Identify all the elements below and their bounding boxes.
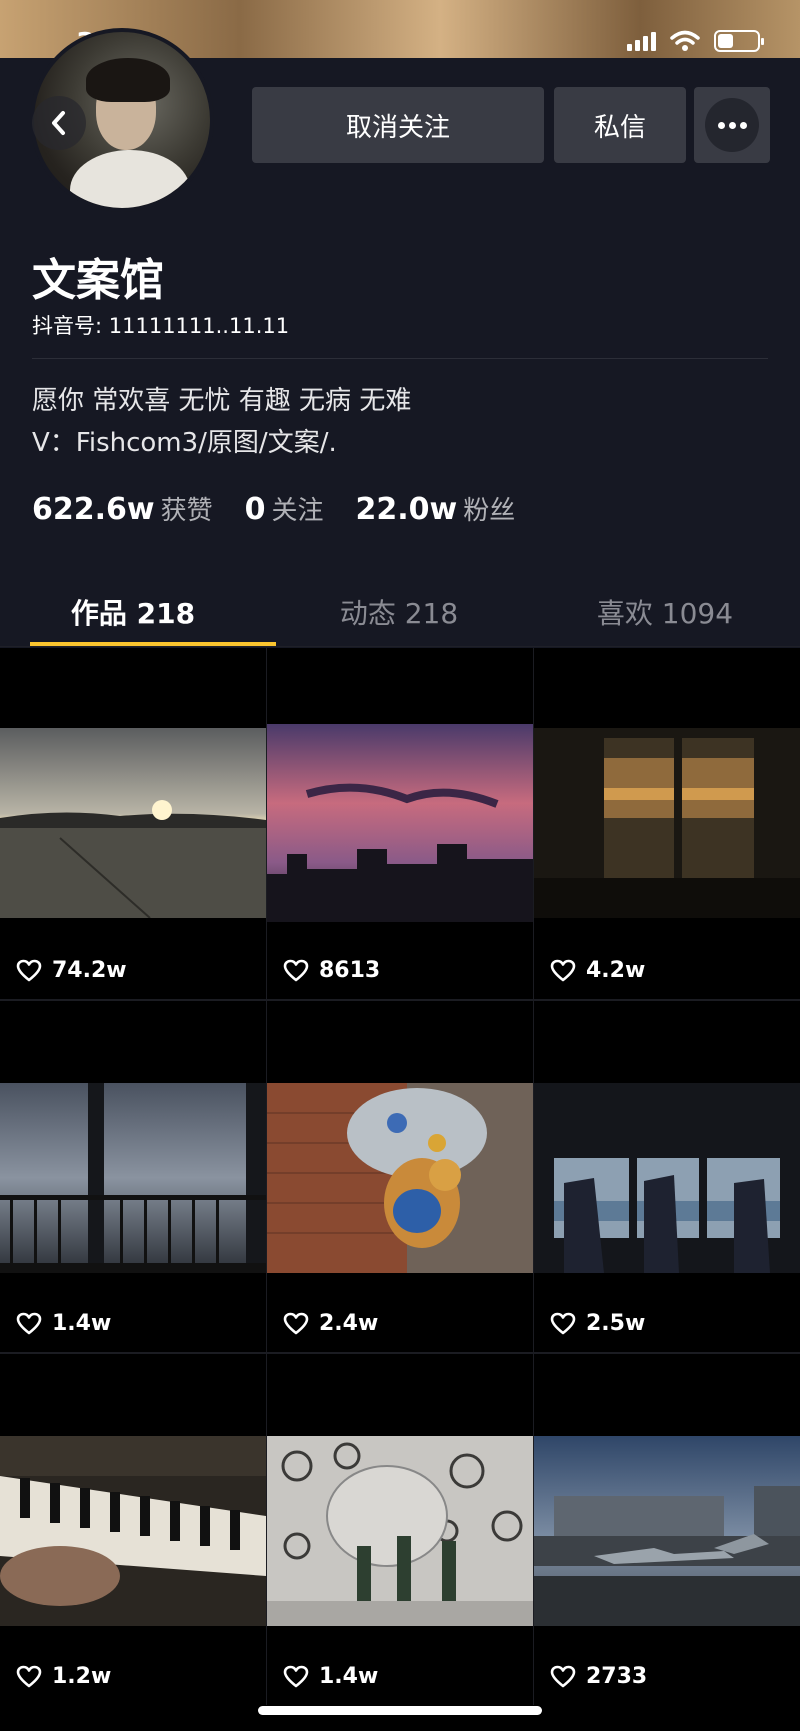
bio-line: V：Fishcom3/原图/文案/. bbox=[32, 428, 337, 458]
video-thumbnail bbox=[0, 1083, 266, 1273]
stats-row: 622.6w 获赞 0 关注 22.0w 粉丝 bbox=[32, 490, 515, 527]
video-thumbnail bbox=[267, 1436, 533, 1626]
stat-likes[interactable]: 622.6w 获赞 bbox=[32, 490, 213, 527]
like-count-text: 8613 bbox=[319, 958, 381, 983]
video-tile[interactable]: 74.2w bbox=[0, 648, 266, 999]
like-count: 2.5w bbox=[550, 1311, 645, 1336]
like-count-text: 2.4w bbox=[319, 1311, 379, 1336]
message-button[interactable]: 私信 bbox=[554, 87, 686, 163]
video-thumbnail bbox=[267, 724, 533, 922]
video-tile[interactable]: 8613 bbox=[267, 648, 533, 999]
heart-icon bbox=[283, 959, 309, 981]
video-thumbnail bbox=[267, 1083, 533, 1273]
wifi-icon bbox=[670, 30, 700, 51]
like-count: 4.2w bbox=[550, 958, 645, 983]
stat-number: 0 bbox=[244, 492, 266, 527]
douyin-id: 抖音号: 11111111..11.11 bbox=[32, 314, 290, 338]
video-thumbnail bbox=[534, 1436, 800, 1626]
like-count-text: 1.4w bbox=[52, 1311, 112, 1336]
video-thumbnail bbox=[534, 728, 800, 918]
like-count-text: 4.2w bbox=[586, 958, 646, 983]
video-tile[interactable]: 1.4w bbox=[267, 1354, 533, 1705]
video-grid: 74.2w 8613 4.2w 1.4w 2.4w 2.5w 1.2w 1.4w… bbox=[0, 648, 800, 1705]
more-button[interactable] bbox=[694, 87, 770, 163]
stat-label: 粉丝 bbox=[463, 496, 516, 526]
video-thumbnail bbox=[534, 1083, 800, 1273]
heart-icon bbox=[550, 1312, 576, 1334]
like-count: 74.2w bbox=[16, 958, 127, 983]
status-icons bbox=[627, 30, 764, 52]
like-count-text: 2.5w bbox=[586, 1311, 646, 1336]
heart-icon bbox=[283, 1665, 309, 1687]
bio: 愿你 常欢喜 无忧 有趣 无病 无难 V：Fishcom3/原图/文案/. bbox=[32, 380, 411, 464]
more-icon bbox=[705, 98, 759, 152]
like-count-text: 74.2w bbox=[52, 958, 127, 983]
stat-label: 关注 bbox=[271, 496, 324, 526]
cellular-signal-icon bbox=[627, 31, 656, 51]
unfollow-button[interactable]: 取消关注 bbox=[252, 87, 544, 163]
video-thumbnail bbox=[0, 728, 266, 918]
heart-icon bbox=[16, 1665, 42, 1687]
divider bbox=[0, 646, 800, 647]
video-thumbnail bbox=[0, 1436, 266, 1626]
tab-bar: 作品 218 动态 218 喜欢 1094 bbox=[0, 580, 800, 648]
video-tile[interactable]: 1.2w bbox=[0, 1354, 266, 1705]
back-button[interactable] bbox=[32, 96, 86, 150]
video-tile[interactable]: 2.4w bbox=[267, 1001, 533, 1352]
stat-following[interactable]: 0 关注 bbox=[245, 490, 324, 527]
like-count: 1.4w bbox=[283, 1664, 378, 1689]
heart-icon bbox=[16, 959, 42, 981]
stat-label: 获赞 bbox=[160, 496, 213, 526]
tab-updates[interactable]: 动态 218 bbox=[266, 580, 532, 648]
page-title: 文案馆 bbox=[32, 255, 164, 306]
like-count: 2733 bbox=[550, 1664, 647, 1689]
video-tile[interactable]: 2.5w bbox=[534, 1001, 800, 1352]
divider bbox=[32, 358, 768, 359]
tab-likes[interactable]: 喜欢 1094 bbox=[532, 580, 798, 648]
video-tile[interactable]: 2733 bbox=[534, 1354, 800, 1705]
stat-number: 22.0w bbox=[355, 492, 458, 527]
battery-icon bbox=[714, 30, 764, 52]
heart-icon bbox=[16, 1312, 42, 1334]
like-count-text: 1.4w bbox=[319, 1664, 379, 1689]
heart-icon bbox=[550, 959, 576, 981]
video-tile[interactable]: 1.4w bbox=[0, 1001, 266, 1352]
video-tile[interactable]: 4.2w bbox=[534, 648, 800, 999]
stat-followers[interactable]: 22.0w 粉丝 bbox=[356, 490, 516, 527]
like-count: 8613 bbox=[283, 958, 380, 983]
like-count-text: 1.2w bbox=[52, 1664, 112, 1689]
tab-works[interactable]: 作品 218 bbox=[0, 580, 276, 648]
chevron-left-icon bbox=[52, 111, 65, 135]
heart-icon bbox=[283, 1312, 309, 1334]
like-count-text: 2733 bbox=[586, 1664, 648, 1689]
stat-number: 622.6w bbox=[32, 492, 155, 527]
heart-icon bbox=[550, 1665, 576, 1687]
like-count: 1.4w bbox=[16, 1311, 111, 1336]
like-count: 1.2w bbox=[16, 1664, 111, 1689]
like-count: 2.4w bbox=[283, 1311, 378, 1336]
home-indicator[interactable] bbox=[258, 1706, 542, 1715]
bio-line: 愿你 常欢喜 无忧 有趣 无病 无难 bbox=[32, 386, 412, 416]
